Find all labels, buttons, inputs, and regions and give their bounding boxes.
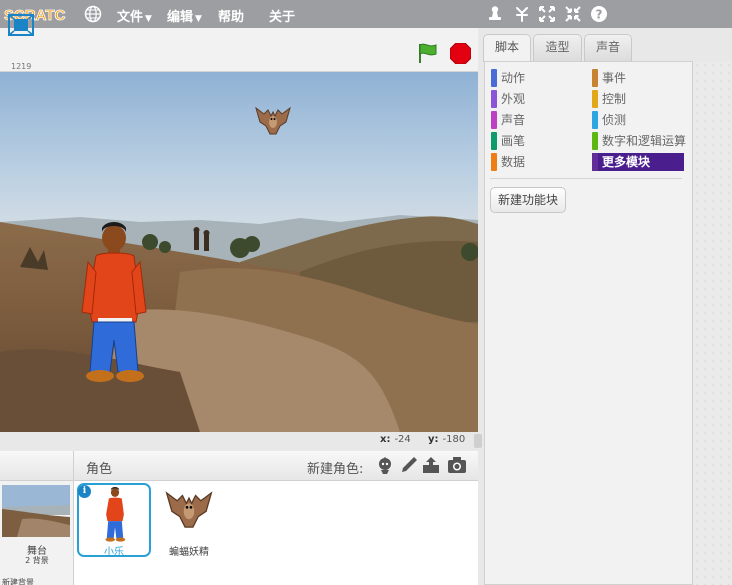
make-a-block-button[interactable]: 新建功能块 [490, 187, 566, 213]
tab-sounds[interactable]: 声音 [584, 34, 632, 61]
category-color-bar [592, 69, 598, 87]
chevron-down-icon: ▼ [145, 14, 152, 24]
stage-thumbnail[interactable] [2, 485, 70, 537]
backdrop-count: 2 背景 [25, 556, 49, 565]
category-pen[interactable]: 画笔 [491, 132, 581, 150]
tab-scripts[interactable]: 脚本 [483, 34, 531, 62]
category-color-bar [491, 111, 497, 129]
new-backdrop-label: 新建背景 [2, 578, 34, 585]
duplicate-icon[interactable] [486, 5, 504, 23]
menu-help-label: 帮助 [218, 10, 245, 25]
category-label: 数字和逻辑运算 [602, 134, 687, 148]
bat-sprite-thumbnail [165, 491, 213, 528]
help-icon[interactable]: ? [590, 5, 608, 23]
fullscreen-icon[interactable] [8, 14, 34, 36]
menu-edit[interactable]: 编辑 ▼ [167, 6, 202, 25]
y-label: y: [427, 434, 439, 445]
menu-about-label: 关于 [269, 10, 296, 25]
menu-file-label: 文件 [117, 10, 144, 25]
category-color-bar [491, 153, 497, 171]
green-flag-icon[interactable] [416, 41, 440, 65]
stage-column-header [0, 451, 74, 481]
menu-file[interactable]: 文件 ▼ [117, 6, 152, 25]
stop-sign-icon[interactable] [450, 43, 471, 64]
collapse-stage-handle[interactable] [474, 434, 482, 448]
stage-thumbnail-image [2, 485, 70, 537]
upload-sprite-icon[interactable] [421, 455, 441, 475]
category-control[interactable]: 控制 [592, 90, 684, 108]
category-color-bar [491, 69, 497, 87]
category-color-bar [592, 132, 598, 150]
menu-edit-label: 编辑 [167, 10, 194, 25]
menu-help[interactable]: 帮助 [218, 6, 244, 25]
boy-sprite-on-stage[interactable] [78, 222, 150, 386]
scripts-area[interactable] [692, 61, 732, 585]
camera-icon[interactable] [447, 455, 467, 475]
x-value: -24 [394, 434, 411, 445]
category-color-bar [491, 132, 497, 150]
category-label: 事件 [602, 71, 627, 85]
category-color-bar [592, 153, 598, 171]
category-data[interactable]: 数据 [491, 153, 581, 171]
shrink-icon[interactable] [564, 5, 582, 23]
paint-new-sprite-icon[interactable] [399, 455, 419, 475]
category-label: 画笔 [501, 134, 526, 148]
category-color-bar [592, 111, 598, 129]
palette-divider [490, 178, 682, 179]
category-color-bar [491, 90, 497, 108]
version-label: 1219 [11, 62, 32, 71]
chevron-down-icon: ▼ [195, 14, 202, 24]
category-label: 外观 [501, 92, 526, 106]
category-label: 侦测 [602, 113, 627, 127]
category-color-bar [592, 90, 598, 108]
menu-bar: SCRATCH 文件▼ 编辑▼ 帮助 关于 [0, 0, 732, 28]
choose-sprite-from-library-icon[interactable] [375, 455, 395, 475]
sprite-name-boy: 小乐 [104, 547, 124, 558]
tab-costumes[interactable]: 造型 [533, 34, 582, 61]
category-sound[interactable]: 声音 [491, 111, 581, 129]
category-looks[interactable]: 外观 [491, 90, 581, 108]
category-label: 数据 [501, 155, 526, 169]
category-operators[interactable]: 数字和逻辑运算 [592, 132, 690, 150]
stage-backdrop [0, 72, 478, 432]
category-more-blocks[interactable]: 更多模块 [592, 153, 684, 171]
sprite-name-bat: 蝙蝠妖精 [169, 547, 209, 558]
language-globe-icon[interactable] [84, 5, 102, 23]
stage-canvas[interactable] [0, 72, 478, 432]
category-label: 更多模块 [602, 155, 651, 169]
category-label: 声音 [501, 113, 526, 127]
delete-icon[interactable] [513, 5, 531, 23]
sprite-info-icon[interactable]: i [78, 485, 91, 498]
category-label: 控制 [602, 92, 627, 106]
bat-sprite-on-stage[interactable] [254, 102, 292, 140]
menu-about[interactable]: 关于 [269, 6, 295, 25]
category-motion[interactable]: 动作 [491, 69, 581, 87]
sprites-title: 角色 [86, 462, 113, 477]
stage-header [0, 28, 478, 72]
svg-text:?: ? [596, 8, 603, 22]
category-sensing[interactable]: 侦测 [592, 111, 684, 129]
y-value: -180 [442, 434, 466, 445]
mouse-coords: x: -24 y: -180 [380, 434, 465, 445]
boy-sprite-thumbnail [105, 487, 126, 542]
grow-icon[interactable] [538, 5, 556, 23]
x-label: x: [380, 434, 391, 445]
new-sprite-label: 新建角色: [307, 462, 364, 477]
scratch-editor: SCRATCH 文件▼ 编辑▼ 帮助 关于 [0, 0, 732, 585]
category-label: 动作 [501, 71, 526, 85]
category-events[interactable]: 事件 [592, 69, 684, 87]
